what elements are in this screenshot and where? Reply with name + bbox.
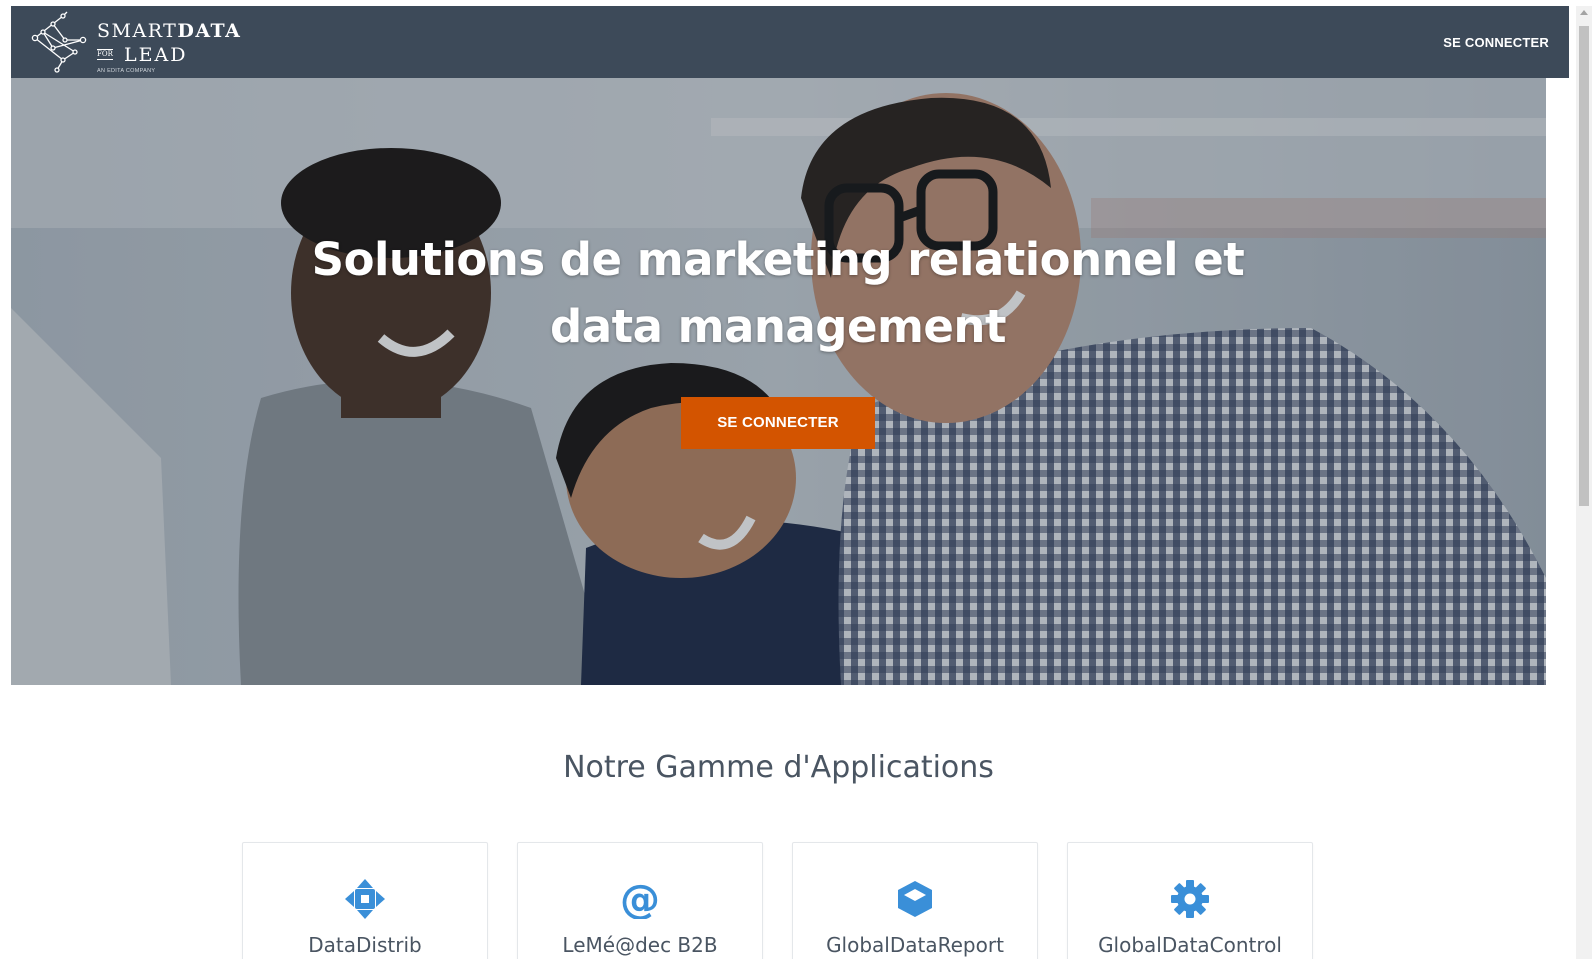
browser-viewport: SMARTDATA FOR LEAD AN EDITA COMPANY SE C…: [0, 0, 1592, 959]
network-logo-icon: [31, 11, 87, 73]
hero-banner: Solutions de marketing relationnel et da…: [11, 78, 1546, 685]
hero-dark-overlay: [11, 78, 1546, 685]
app-card-datadistrib[interactable]: DataDistrib: [242, 842, 488, 959]
brand-data-text: DATA: [177, 20, 242, 42]
cube-icon: [898, 881, 932, 917]
gear-icon: [1171, 880, 1209, 918]
brand-name-line2: LEAD: [124, 44, 188, 66]
app-card-label: LeMé@dec B2B: [562, 933, 718, 957]
apps-section-title: Notre Gamme d'Applications: [563, 750, 994, 785]
arrows-move-icon: [345, 879, 385, 919]
app-card-label: GlobalDataControl: [1098, 933, 1282, 957]
brand-tagline: AN EDITA COMPANY: [97, 68, 156, 74]
brand-logo[interactable]: SMARTDATA FOR LEAD AN EDITA COMPANY: [29, 10, 249, 74]
vertical-scrollbar[interactable]: [1576, 6, 1592, 959]
svg-text:@: @: [620, 879, 660, 919]
scroll-up-arrow-icon[interactable]: [1580, 10, 1588, 15]
nav-login-link[interactable]: SE CONNECTER: [1443, 35, 1549, 50]
hero-title: Solutions de marketing relationnel et da…: [311, 233, 1245, 353]
page: SMARTDATA FOR LEAD AN EDITA COMPANY SE C…: [11, 6, 1569, 959]
brand-for-text: FOR: [97, 49, 113, 60]
hero-login-button[interactable]: SE CONNECTER: [681, 397, 875, 449]
top-navbar: SMARTDATA FOR LEAD AN EDITA COMPANY SE C…: [11, 6, 1569, 78]
at-sign-icon: @: [620, 879, 660, 919]
app-card-label: DataDistrib: [308, 933, 422, 957]
app-card-globaldatacontrol[interactable]: GlobalDataControl: [1067, 842, 1313, 959]
app-card-lemedec-b2b[interactable]: @ LeMé@dec B2B: [517, 842, 763, 959]
app-card-globaldatareport[interactable]: GlobalDataReport: [792, 842, 1038, 959]
brand-smart-text: SMART: [97, 20, 178, 42]
brand-name-line1: SMARTDATA: [97, 20, 241, 42]
app-card-label: GlobalDataReport: [826, 933, 1004, 957]
scroll-thumb[interactable]: [1579, 26, 1589, 506]
